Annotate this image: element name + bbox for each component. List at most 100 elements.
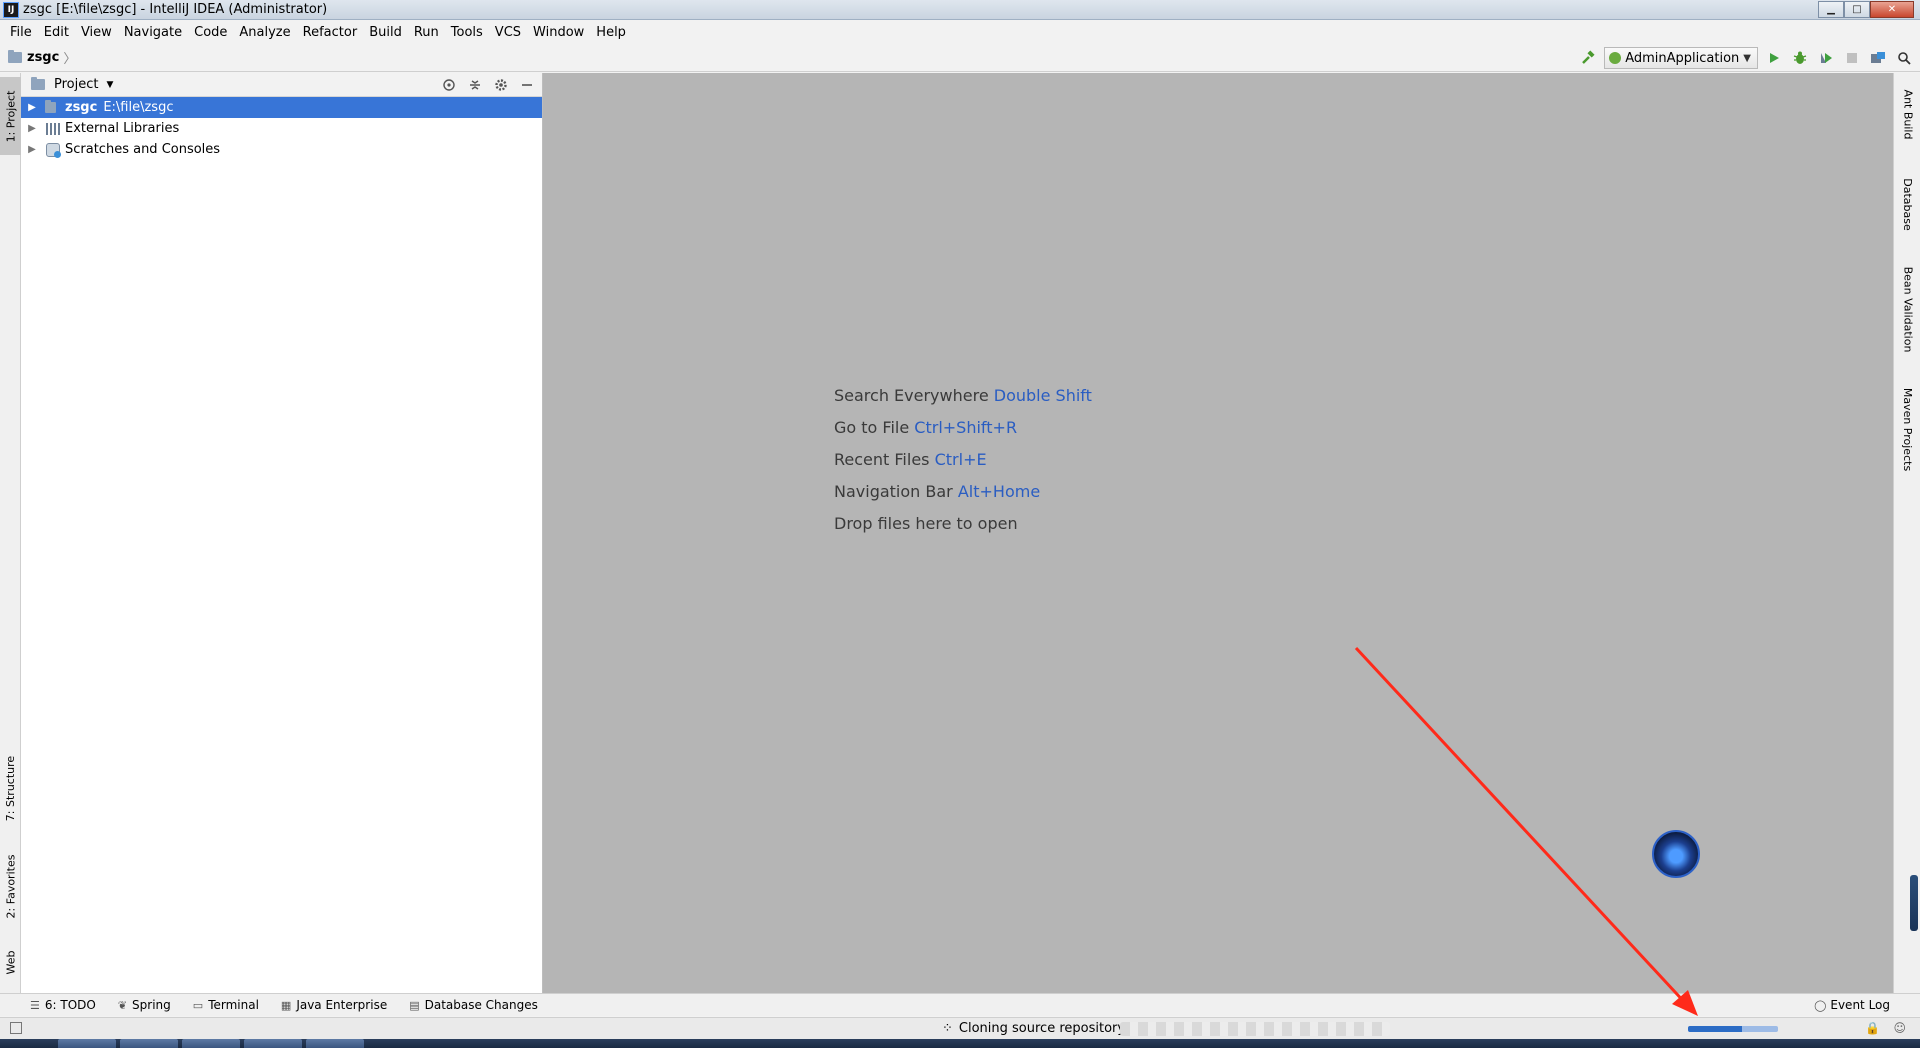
menu-help[interactable]: Help	[590, 25, 632, 40]
tab-maven-projects[interactable]: Maven Projects	[1894, 379, 1920, 479]
maximize-button[interactable]: □	[1844, 1, 1870, 18]
menu-tools[interactable]: Tools	[445, 25, 489, 40]
tab-spring[interactable]: ❦ Spring	[118, 998, 171, 1012]
stop-icon[interactable]	[1842, 48, 1862, 68]
build-hammer-icon[interactable]	[1578, 48, 1598, 68]
tab-database-changes[interactable]: ▤ Database Changes	[409, 998, 538, 1012]
tree-item-path: E:\file\zsgc	[103, 100, 174, 115]
run-with-coverage-icon[interactable]	[1816, 48, 1836, 68]
tab-todo[interactable]: ☰ 6: TODO	[30, 998, 96, 1012]
menu-window[interactable]: Window	[527, 25, 590, 40]
tab-bean-validation-label: Bean Validation	[1901, 266, 1914, 352]
project-view-icon	[31, 77, 45, 90]
tab-event-log[interactable]: ◯ Event Log	[1814, 998, 1890, 1012]
taskbar-item[interactable]	[244, 1039, 302, 1048]
taskbar-item[interactable]	[306, 1039, 364, 1048]
project-tool-window: Project ▼ ▶ zsgc E:\file\zsgc ▶ External…	[21, 73, 543, 993]
breadcrumb[interactable]: zsgc 〉	[8, 48, 76, 67]
run-configuration-select[interactable]: AdminApplication ▼	[1604, 47, 1758, 69]
tab-web[interactable]: Web	[0, 937, 21, 987]
tab-maven-projects-label: Maven Projects	[1901, 387, 1914, 471]
folder-icon	[8, 50, 22, 63]
menu-analyze[interactable]: Analyze	[233, 25, 296, 40]
tab-ant-build[interactable]: Ant Build	[1894, 79, 1920, 149]
status-message[interactable]: ⁘ Cloning source repository	[942, 1021, 1125, 1036]
todo-list-icon: ☰	[30, 998, 40, 1012]
main-toolbar: AdminApplication ▼	[1578, 47, 1914, 69]
menu-build[interactable]: Build	[363, 25, 408, 40]
hint-shortcut: Alt+Home	[957, 482, 1041, 501]
hide-panel-icon[interactable]	[518, 76, 536, 94]
menu-vcs[interactable]: VCS	[489, 25, 527, 40]
chevron-down-icon: ▼	[1743, 52, 1751, 64]
window-title: zsgc [E:\file\zsgc] - IntelliJ IDEA (Adm…	[23, 2, 328, 17]
scratches-icon	[45, 142, 61, 158]
side-scroll-widget[interactable]	[1910, 875, 1918, 931]
floating-avatar-widget[interactable]	[1652, 830, 1700, 878]
tree-item-project-root[interactable]: ▶ zsgc E:\file\zsgc	[21, 97, 542, 118]
scroll-from-source-icon[interactable]	[440, 76, 458, 94]
menu-file[interactable]: File	[4, 25, 38, 40]
module-folder-icon	[45, 100, 61, 115]
status-bar: ⁘ Cloning source repository 🔒 ☺	[0, 1017, 1920, 1039]
tab-web-label: Web	[4, 950, 18, 974]
bottom-tool-bar: ☰ 6: TODO ❦ Spring ▭ Terminal ▦ Java Ent…	[0, 993, 1920, 1016]
project-structure-icon[interactable]	[1868, 48, 1888, 68]
run-configuration-label: AdminApplication	[1625, 50, 1740, 66]
library-icon	[45, 122, 61, 136]
tab-java-enterprise[interactable]: ▦ Java Enterprise	[281, 998, 387, 1012]
spinner-icon: ⁘	[942, 1021, 953, 1036]
tab-project[interactable]: 1: Project	[0, 77, 21, 155]
search-icon[interactable]	[1894, 48, 1914, 68]
tab-structure[interactable]: 7: Structure	[0, 743, 21, 833]
menu-run[interactable]: Run	[408, 25, 445, 40]
tab-terminal[interactable]: ▭ Terminal	[193, 998, 259, 1012]
project-panel-header: Project ▼	[21, 73, 542, 97]
right-tool-strip: Ant Build Database Bean Validation Maven…	[1893, 73, 1920, 993]
debug-bug-icon[interactable]	[1790, 48, 1810, 68]
menu-navigate[interactable]: Navigate	[118, 25, 188, 40]
tab-database-label: Database	[1901, 177, 1914, 231]
menu-bar: File Edit View Navigate Code Analyze Ref…	[0, 21, 1920, 43]
expand-arrow-icon[interactable]: ▶	[25, 102, 39, 113]
taskbar-item[interactable]	[182, 1039, 240, 1048]
inspector-icon[interactable]: ☺	[1893, 1021, 1906, 1035]
background-task-progress-bar[interactable]	[1688, 1026, 1778, 1032]
tab-bean-validation[interactable]: Bean Validation	[1894, 259, 1920, 359]
taskbar-item[interactable]	[120, 1039, 178, 1048]
breadcrumb-project[interactable]: zsgc	[27, 50, 59, 65]
hint-shortcut: Ctrl+E	[934, 450, 987, 469]
hint-drop-files: Drop files here to open	[834, 514, 1018, 533]
expand-arrow-icon[interactable]: ▶	[25, 144, 39, 155]
minimize-button[interactable]: ▁	[1818, 1, 1844, 18]
hint-shortcut: Ctrl+Shift+R	[914, 418, 1018, 437]
terminal-icon: ▭	[192, 998, 204, 1012]
project-panel-actions	[440, 76, 536, 94]
taskbar-item[interactable]	[58, 1039, 116, 1048]
project-view-selector[interactable]: Project	[54, 77, 98, 92]
spring-leaf-icon: ❦	[117, 998, 128, 1012]
menu-edit[interactable]: Edit	[38, 25, 75, 40]
spring-boot-icon	[1609, 52, 1622, 64]
toggle-tool-windows-icon[interactable]	[10, 1022, 22, 1034]
gear-icon[interactable]	[492, 76, 510, 94]
tree-item-name: zsgc	[65, 100, 98, 115]
editor-hints: Search Everywhere Double Shift Go to Fil…	[834, 386, 1092, 546]
os-taskbar	[0, 1039, 1920, 1048]
window-controls: ▁ □ ✕	[1818, 1, 1914, 18]
expand-arrow-icon[interactable]: ▶	[25, 123, 39, 134]
run-icon[interactable]	[1764, 48, 1784, 68]
close-button[interactable]: ✕	[1870, 1, 1914, 18]
menu-view[interactable]: View	[75, 25, 118, 40]
menu-code[interactable]: Code	[188, 25, 233, 40]
breadcrumb-separator: 〉	[63, 52, 77, 67]
tree-item-external-libraries[interactable]: ▶ External Libraries	[21, 118, 542, 139]
chevron-down-icon[interactable]: ▼	[106, 80, 113, 90]
tab-favorites[interactable]: 2: Favorites	[0, 843, 21, 929]
tree-item-scratches[interactable]: ▶ Scratches and Consoles	[21, 139, 542, 160]
lock-icon[interactable]: 🔒	[1865, 1021, 1880, 1035]
menu-refactor[interactable]: Refactor	[297, 25, 364, 40]
collapse-all-icon[interactable]	[466, 76, 484, 94]
intellij-app-icon: IJ	[3, 1, 19, 18]
tab-database[interactable]: Database	[1894, 169, 1920, 239]
